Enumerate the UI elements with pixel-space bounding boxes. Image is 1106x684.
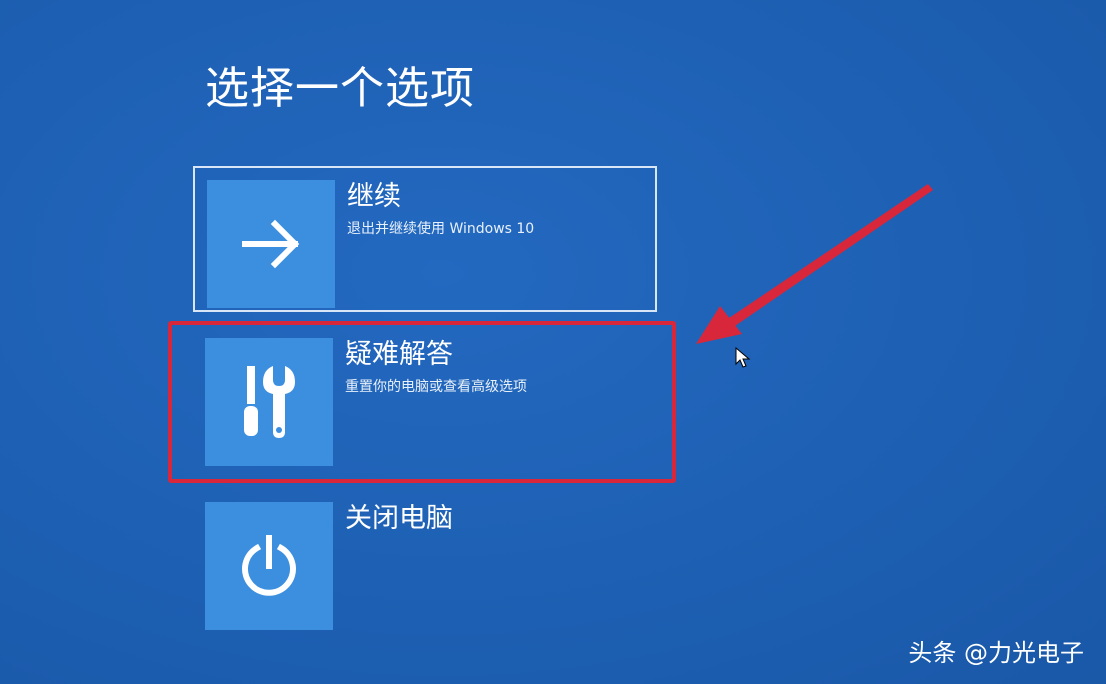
power-icon: [242, 535, 296, 596]
recovery-screen: 选择一个选项 继续 退出并继续使用 Windows 10 疑难解答 重置你的电脑…: [0, 0, 1106, 684]
option-turn-off[interactable]: 关闭电脑: [193, 490, 657, 636]
annotation-arrow-icon: [696, 184, 933, 344]
mouse-cursor-icon: [735, 347, 751, 368]
option-troubleshoot-tile[interactable]: [205, 338, 333, 466]
tools-icon: [244, 366, 295, 438]
watermark: 头条 @力光电子: [908, 639, 1084, 667]
option-continue[interactable]: 继续 退出并继续使用 Windows 10: [193, 166, 657, 312]
page-title: 选择一个选项: [205, 63, 475, 114]
option-continue-description: 退出并继续使用 Windows 10: [347, 221, 535, 237]
arrow-right-icon: [242, 219, 300, 269]
option-troubleshoot[interactable]: 疑难解答 重置你的电脑或查看高级选项: [193, 326, 657, 472]
option-turn-off-tile[interactable]: [205, 502, 333, 630]
option-troubleshoot-label: 疑难解答: [345, 339, 453, 370]
option-turn-off-label: 关闭电脑: [345, 503, 453, 534]
option-continue-label: 继续: [347, 181, 401, 212]
option-troubleshoot-description: 重置你的电脑或查看高级选项: [345, 379, 527, 395]
option-continue-tile[interactable]: [207, 180, 335, 308]
